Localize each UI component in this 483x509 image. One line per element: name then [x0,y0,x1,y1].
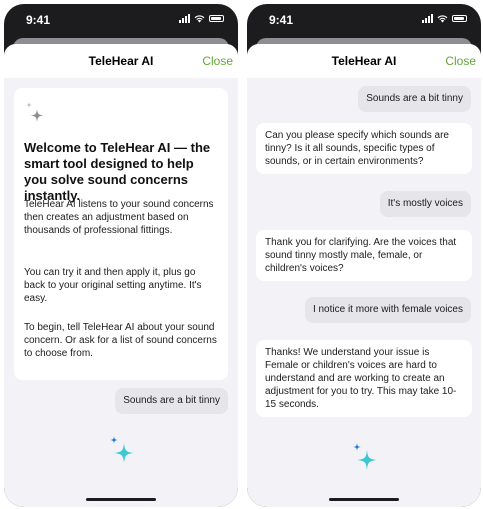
battery-icon [209,15,224,22]
telehear-sheet: TeleHear AI Close Sounds are a bit tinny… [247,44,481,507]
status-bar: 9:41 [247,4,481,34]
chat-area[interactable]: Welcome to TeleHear AI — the smart tool … [4,78,238,507]
app-store-screenshots: 9:41 TeleHear AI Close Welcome to TeleHe… [0,0,483,509]
sheet-header: TeleHear AI Close [247,44,481,78]
status-icons [179,14,224,23]
status-bar: 9:41 [4,4,238,34]
sparkle-icon [353,443,377,470]
battery-icon [452,15,467,22]
status-time: 9:41 [269,13,294,27]
home-indicator[interactable] [329,498,399,501]
welcome-paragraph: To begin, tell TeleHear AI about your so… [24,322,217,359]
welcome-card: Welcome to TeleHear AI — the smart tool … [14,88,228,380]
phone-right: 9:41 TeleHear AI Close Sounds are a bit … [247,4,481,507]
close-button[interactable]: Close [202,54,233,68]
status-icons [422,14,467,23]
sheet-title: TeleHear AI [331,54,397,68]
status-time: 9:41 [26,13,51,27]
welcome-paragraph: TeleHear AI listens to your sound concer… [24,199,214,236]
wifi-icon [194,15,205,23]
home-indicator[interactable] [86,498,156,501]
user-message-bubble: It's mostly voices [379,191,471,217]
sheet-header: TeleHear AI Close [4,44,238,78]
close-button[interactable]: Close [445,54,476,68]
welcome-title: Welcome to TeleHear AI — the smart tool … [24,140,211,203]
sparkle-icon [110,436,134,463]
phone-left: 9:41 TeleHear AI Close Welcome to TeleHe… [4,4,238,507]
chat-area[interactable]: Sounds are a bit tinny Can you please sp… [247,78,481,507]
sheet-title: TeleHear AI [88,54,154,68]
wifi-icon [437,15,448,23]
telehear-sheet: TeleHear AI Close Welcome to TeleHear AI… [4,44,238,507]
signal-icon [422,14,433,23]
sparkle-icon [26,102,44,122]
signal-icon [179,14,190,23]
user-message-bubble: I notice it more with female voices [304,297,471,323]
ai-message-bubble: Thanks! We understand your issue is Fema… [256,340,472,417]
user-message-bubble: Sounds are a bit tinny [358,86,471,112]
ai-message-bubble: Can you please specify which sounds are … [256,123,472,174]
welcome-paragraph: You can try it and then apply it, plus g… [24,267,202,304]
ai-message-bubble: Thank you for clarifying. Are the voices… [256,230,472,281]
user-message-bubble: Sounds are a bit tinny [115,388,228,414]
